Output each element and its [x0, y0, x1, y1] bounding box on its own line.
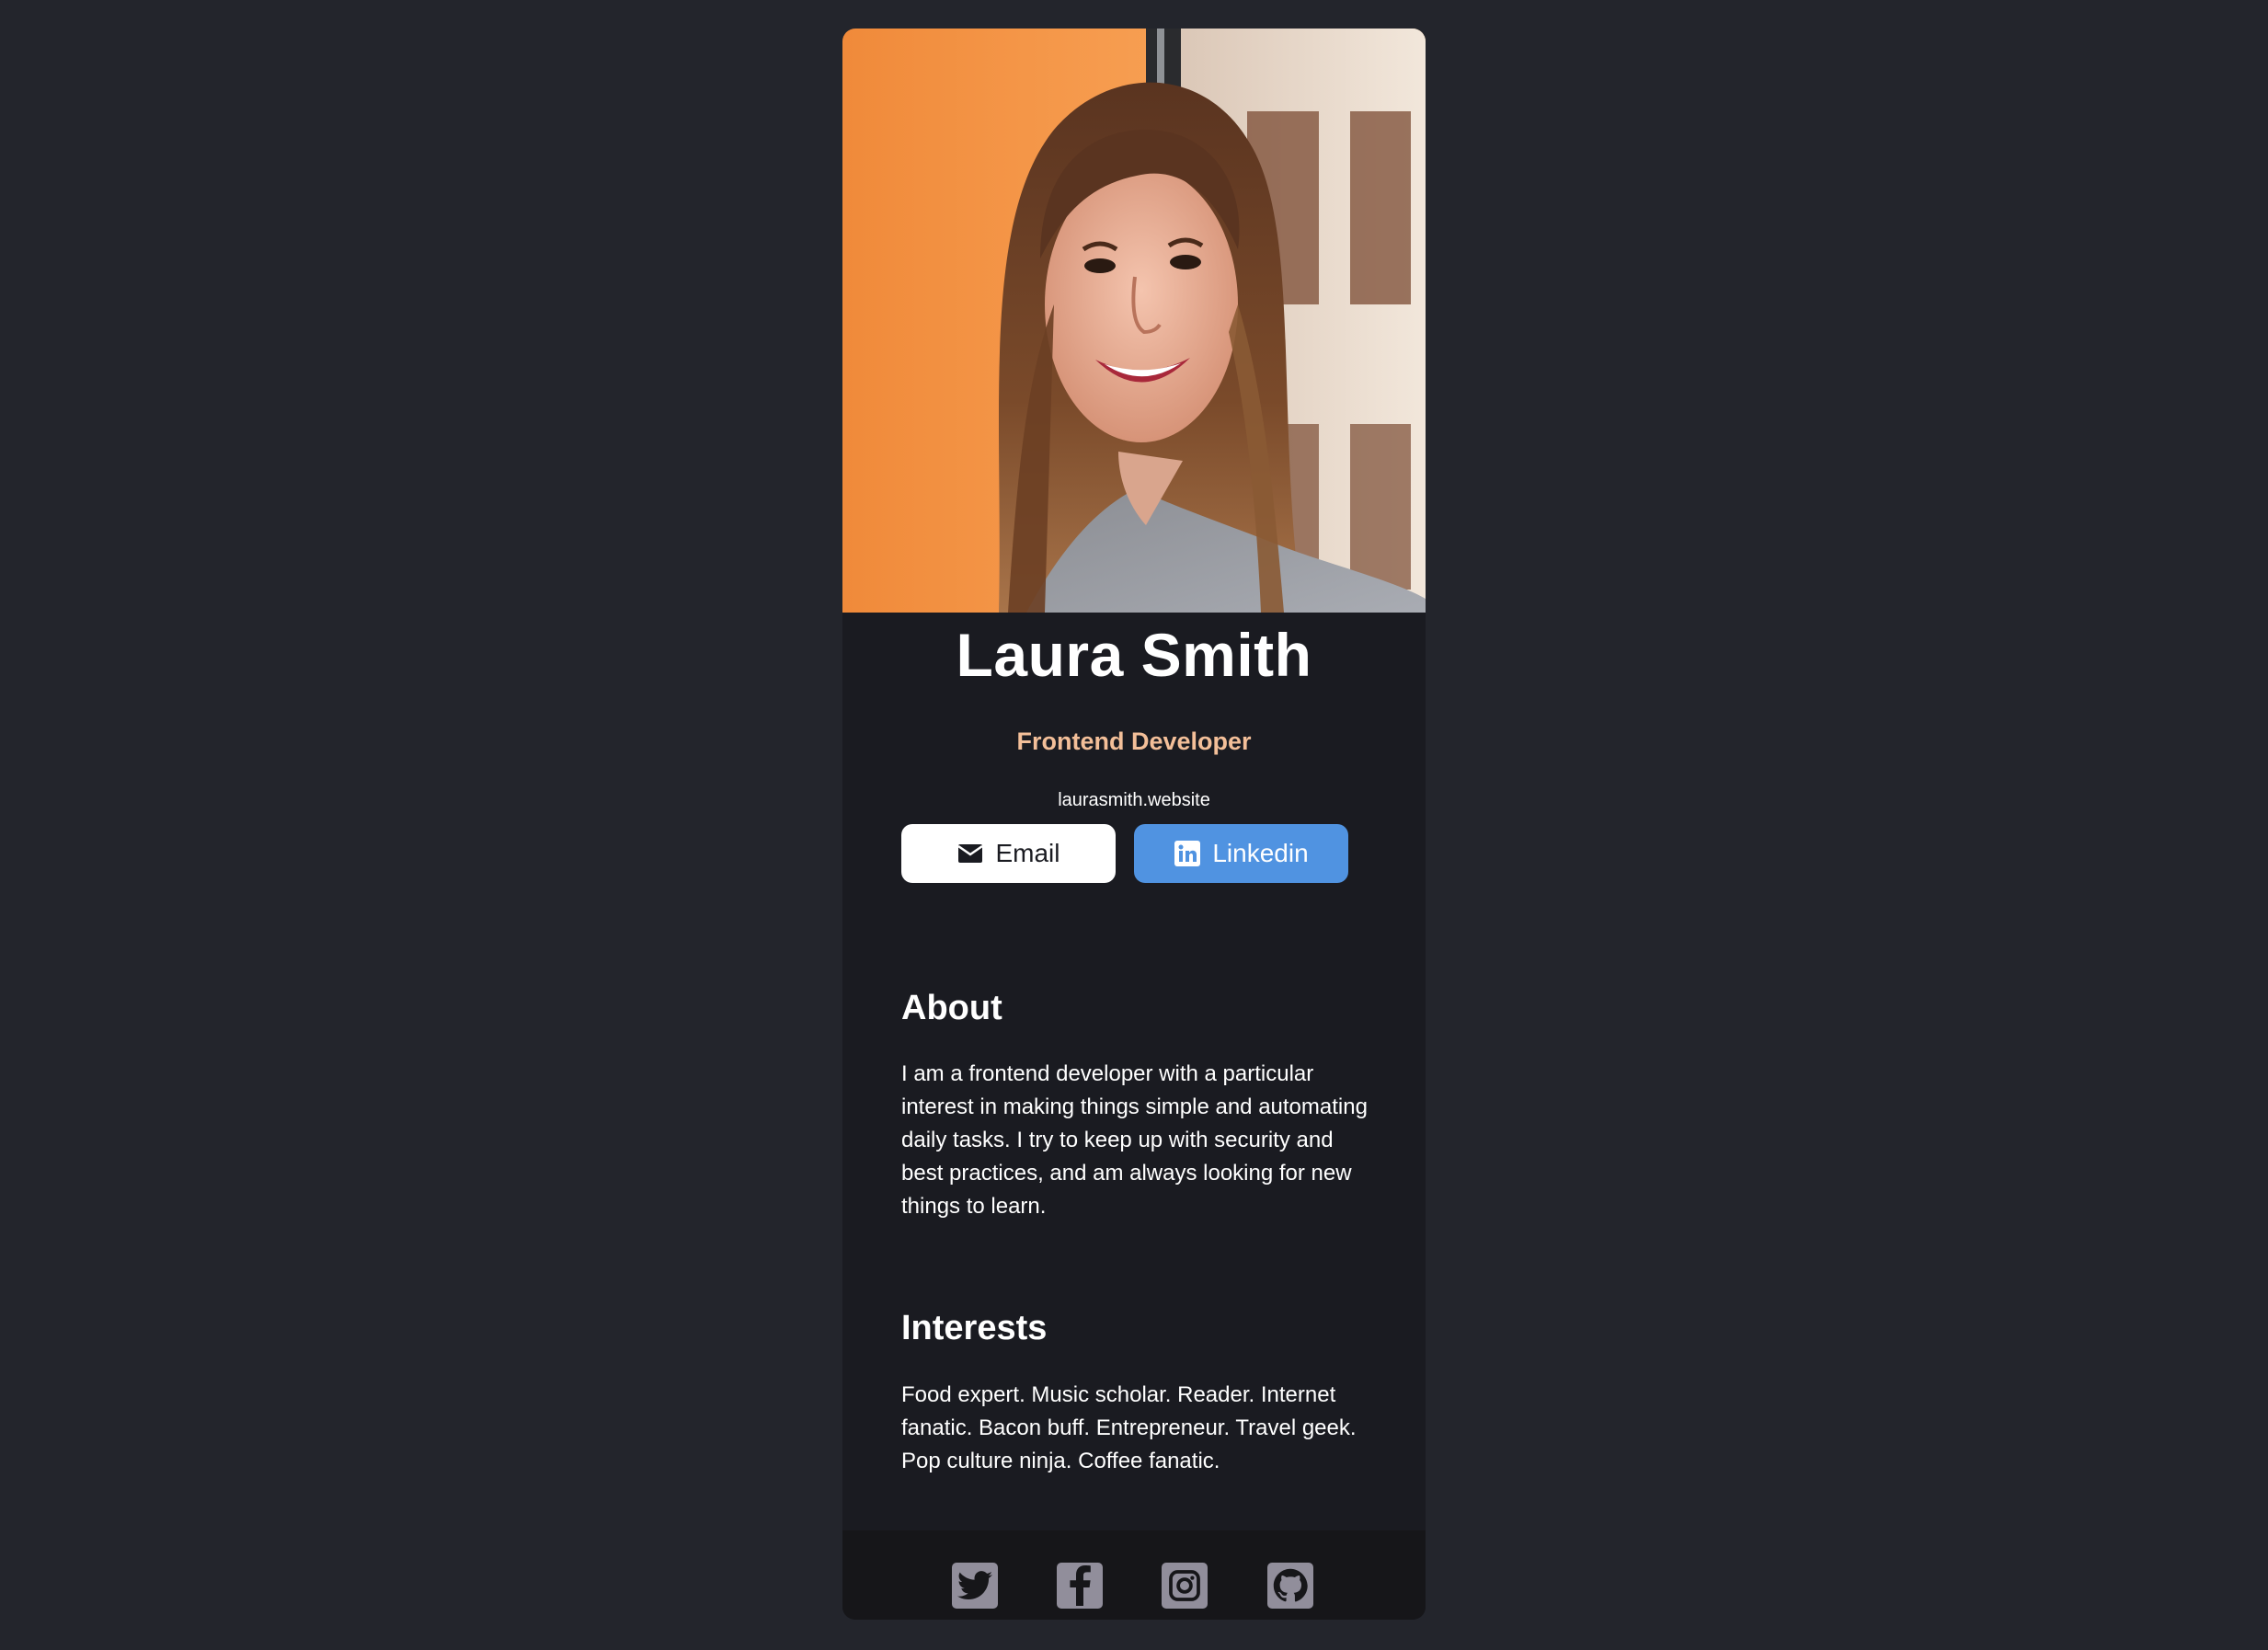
- about-text: I am a frontend developer with a particu…: [901, 1061, 1368, 1219]
- envelope-icon: [956, 840, 984, 867]
- linkedin-button-label: Linkedin: [1212, 839, 1309, 867]
- interests-text: Food expert. Music scholar. Reader. Inte…: [901, 1382, 1357, 1473]
- profile-role: Frontend Developer: [1016, 728, 1252, 755]
- profile-card: Laura Smith Frontend Developer laurasmit…: [842, 29, 1426, 1620]
- twitter-icon[interactable]: [952, 1563, 998, 1609]
- linkedin-button[interactable]: Linkedin: [1134, 824, 1348, 883]
- profile-website-link[interactable]: laurasmith.website: [842, 787, 1426, 813]
- instagram-icon[interactable]: [1162, 1563, 1208, 1609]
- social-footer: [842, 1530, 1426, 1620]
- profile-name: Laura Smith: [956, 621, 1312, 689]
- email-button-label: Email: [995, 839, 1060, 867]
- linkedin-icon: [1174, 840, 1201, 867]
- about-heading: About: [901, 989, 1002, 1027]
- github-icon[interactable]: [1267, 1563, 1313, 1609]
- email-button[interactable]: Email: [901, 824, 1116, 883]
- facebook-icon[interactable]: [1057, 1563, 1103, 1609]
- profile-photo: [842, 29, 1426, 613]
- interests-heading: Interests: [901, 1309, 1048, 1347]
